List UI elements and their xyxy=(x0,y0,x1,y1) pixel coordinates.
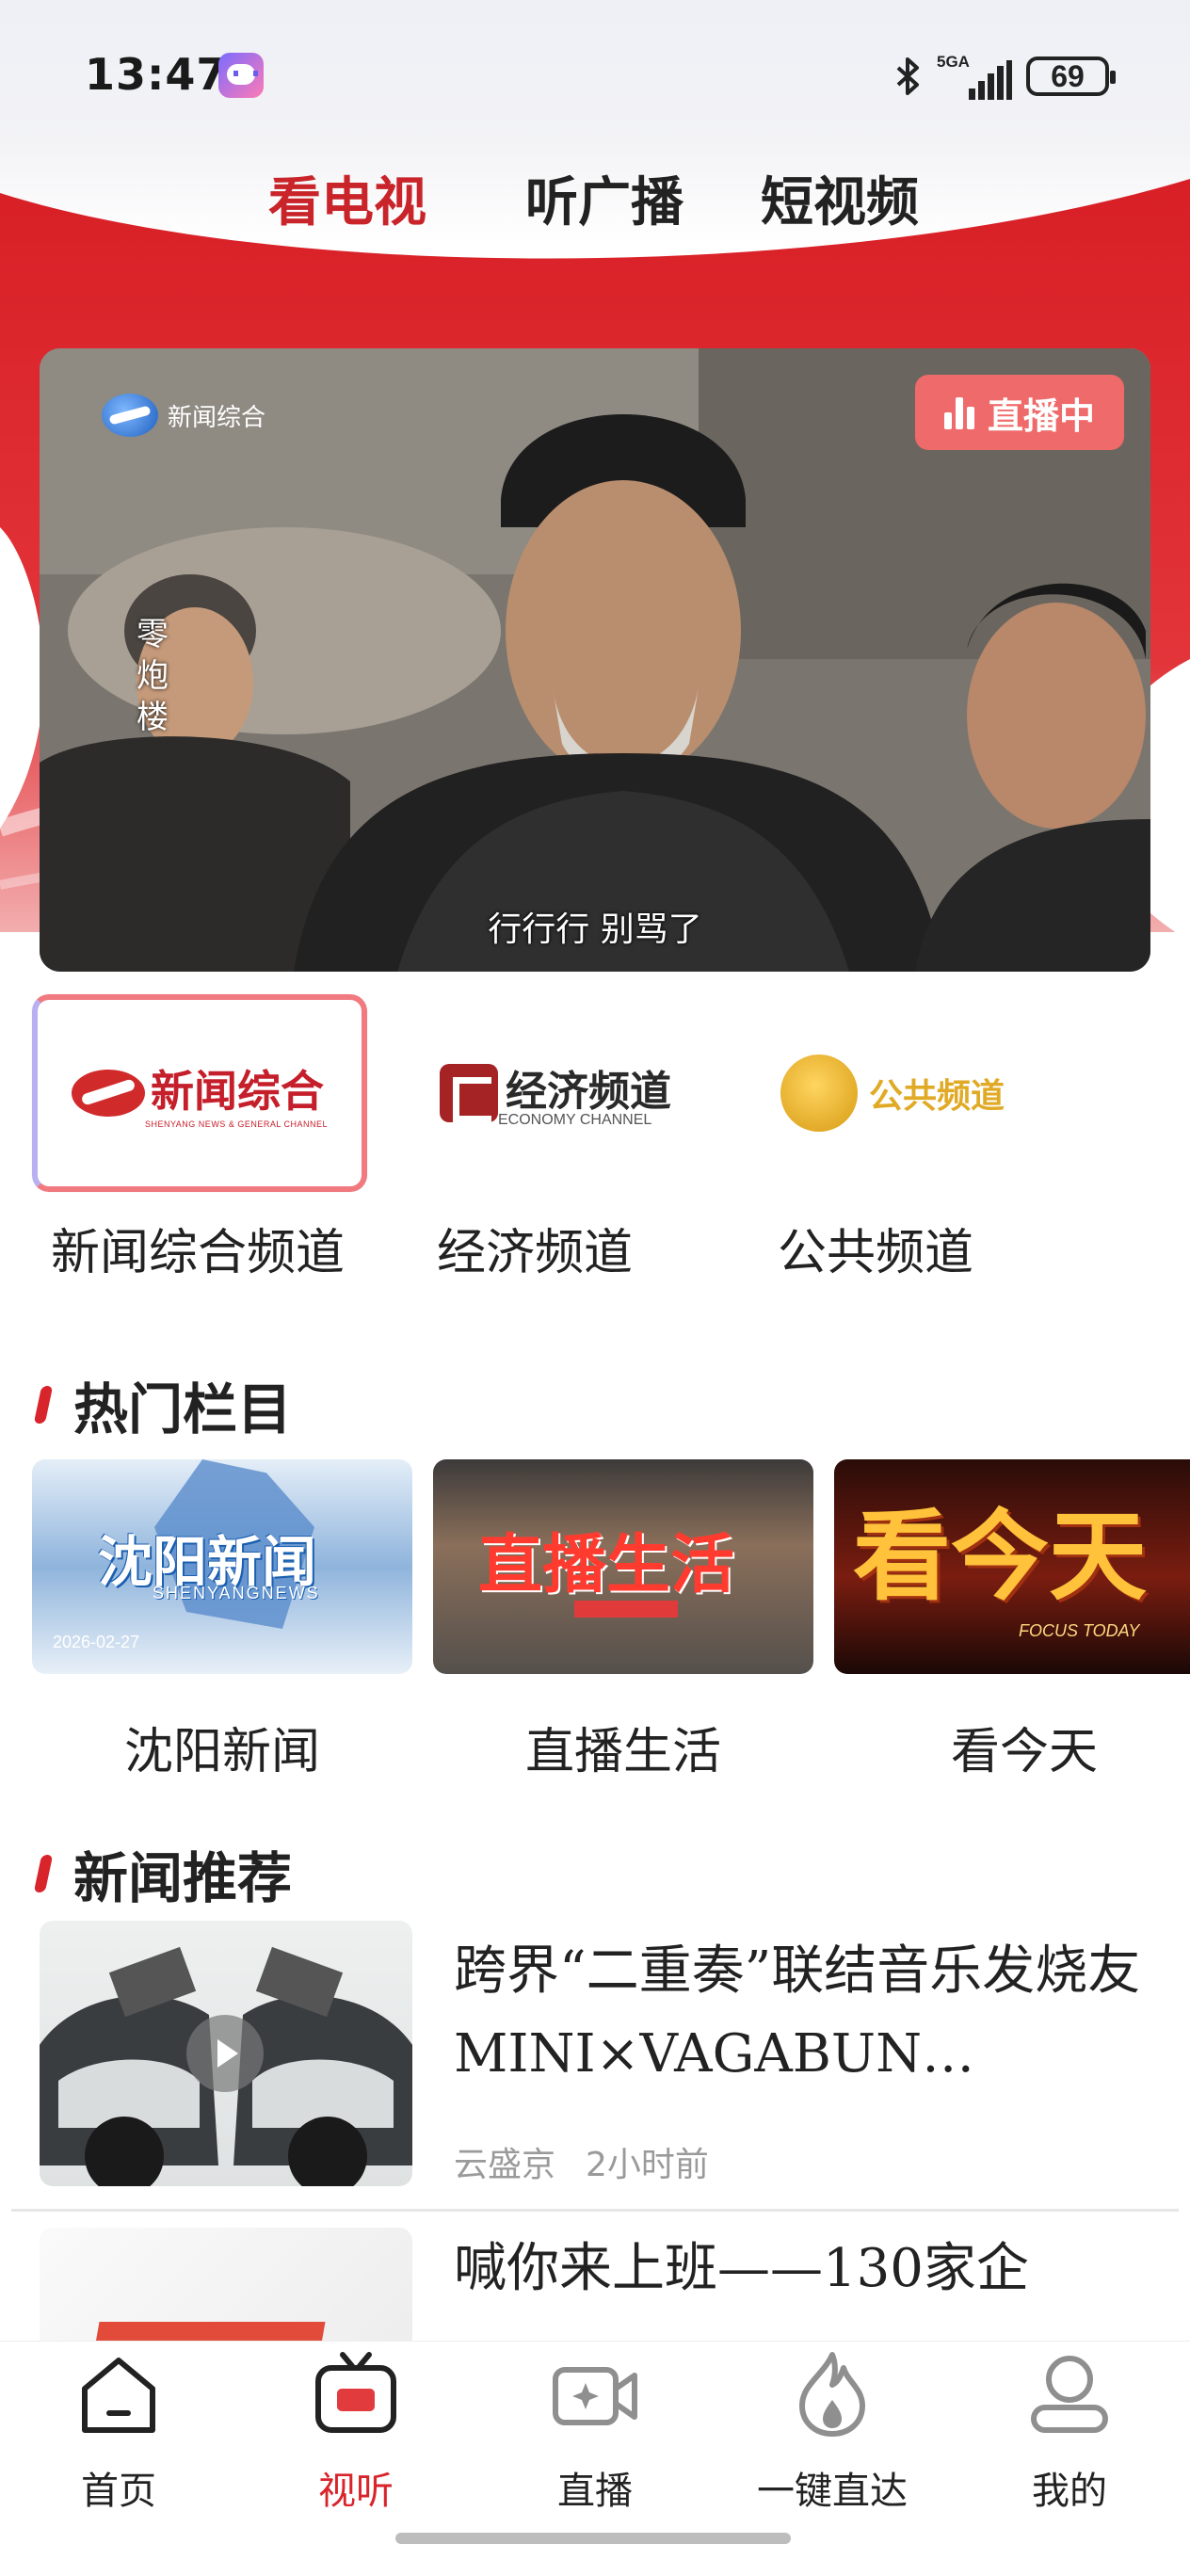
public-logo-text: 公共频道 xyxy=(868,1077,1005,1116)
tab-watch-tv[interactable]: 看电视 xyxy=(268,160,426,236)
channel-watermark-text: 新闻综合 xyxy=(168,403,266,432)
home-icon xyxy=(82,2358,155,2433)
battery-level: 69 xyxy=(1051,59,1085,93)
news-time: 2小时前 xyxy=(586,2146,709,2184)
thumbnail-date: 2026-02-27 xyxy=(53,1633,140,1651)
section-title: 热门栏目 xyxy=(73,1377,293,1441)
section-accent-bar xyxy=(33,1855,54,1892)
nav-home[interactable]: 首页 xyxy=(24,2347,213,2515)
channel-news-general[interactable]: 新闻综合 SHENYANG NEWS & GENERAL CHANNEL 新闻综… xyxy=(32,994,367,1283)
news-list-item[interactable]: 喊你来上班——130家企 xyxy=(0,2228,1190,2493)
news-general-logo: 新闻综合 SHENYANG NEWS & GENERAL CHANNEL xyxy=(71,1057,329,1129)
channel-watermark: 新闻综合 xyxy=(102,394,265,437)
channel-name: 经济频道 xyxy=(437,1225,634,1281)
nav-audio-video[interactable]: 视听 xyxy=(262,2347,450,2515)
program-title: 零炮楼 xyxy=(137,616,169,736)
section-header-hot: 热门栏目 xyxy=(33,1365,293,1444)
nav-profile[interactable]: 我的 xyxy=(975,2347,1164,2515)
tab-listen-radio[interactable]: 听广播 xyxy=(525,160,683,236)
nav-label: 一键直达 xyxy=(757,2470,908,2513)
channel-card[interactable]: 公共频道 xyxy=(725,994,1060,1192)
play-icon[interactable] xyxy=(186,2015,264,2092)
live-video-player[interactable]: 新闻综合 直播中 零炮楼 行行行 别骂了 xyxy=(40,348,1150,972)
channel-list: 新闻综合 SHENYANG NEWS & GENERAL CHANNEL 新闻综… xyxy=(0,994,1190,1286)
home-indicator[interactable] xyxy=(395,2533,791,2544)
live-camera-icon xyxy=(553,2367,637,2425)
news-source: 云盛京 xyxy=(454,2146,556,2184)
channel-card[interactable]: 经济频道 ECONOMY CHANNEL xyxy=(388,994,723,1192)
program-thumbnail[interactable]: 沈阳新闻 SHENYANGNEWS 2026-02-27 xyxy=(32,1459,412,1674)
live-bars-icon xyxy=(943,395,978,429)
news-meta: 云盛京 2小时前 xyxy=(454,2137,709,2186)
live-badge-label: 直播中 xyxy=(987,394,1095,437)
nav-label: 我的 xyxy=(1032,2470,1107,2513)
program-card[interactable]: 看今天 FOCUS TODAY 看今天 xyxy=(834,1459,1190,1782)
news-general-logo-icon xyxy=(71,1070,145,1117)
nav-label: 视听 xyxy=(318,2470,394,2513)
status-time: 13:47 xyxy=(85,49,228,100)
program-thumbnail[interactable]: 直播生活 xyxy=(433,1459,813,1674)
channel-logo-icon xyxy=(102,394,158,437)
thumbnail-subtitle: SHENYANGNEWS xyxy=(153,1584,320,1602)
hot-program-list: 沈阳新闻 SHENYANGNEWS 2026-02-27 沈阳新闻 直播生活 直… xyxy=(0,1459,1190,1782)
section-accent-bar xyxy=(33,1386,54,1424)
nav-live[interactable]: 直播 xyxy=(501,2347,689,2515)
program-name: 看今天 xyxy=(950,1724,1098,1780)
channel-public[interactable]: 公共频道 公共频道 xyxy=(725,994,1060,1283)
program-card[interactable]: 直播生活 直播生活 xyxy=(433,1459,813,1782)
economy-logo-sub: ECONOMY CHANNEL xyxy=(498,1112,652,1128)
status-bar: 13:47 5GA 69 xyxy=(0,0,1190,151)
economy-logo: 经济频道 ECONOMY CHANNEL xyxy=(440,1057,671,1129)
thumbnail-title: 看今天 xyxy=(853,1498,1148,1614)
nav-quick-access[interactable]: 一键直达 xyxy=(738,2347,926,2515)
signal-icon: 5GA xyxy=(937,53,1012,100)
profile-icon xyxy=(1031,2356,1108,2433)
channel-economy[interactable]: 经济频道 ECONOMY CHANNEL 经济频道 xyxy=(388,994,723,1283)
news-list-item[interactable]: 跨界“二重奏”联结音乐发烧友 MINI×VAGABUN… 云盛京 2小时前 xyxy=(0,1921,1190,2209)
economy-logo-text: 经济频道 xyxy=(506,1068,671,1116)
bluetooth-icon xyxy=(896,57,919,95)
channel-name: 公共频道 xyxy=(778,1225,974,1281)
divider xyxy=(11,2209,1179,2212)
public-logo-icon xyxy=(780,1055,858,1132)
section-header-news: 新闻推荐 xyxy=(33,1834,293,1913)
program-card[interactable]: 沈阳新闻 SHENYANGNEWS 2026-02-27 沈阳新闻 xyxy=(32,1459,412,1782)
section-title: 新闻推荐 xyxy=(73,1846,293,1910)
news-thumbnail[interactable] xyxy=(40,1921,412,2186)
program-name: 直播生活 xyxy=(524,1724,721,1780)
live-badge: 直播中 xyxy=(915,375,1124,450)
nav-label: 直播 xyxy=(557,2470,633,2513)
thumbnail-title: 直播生活 xyxy=(478,1528,735,1602)
top-tabs: 看电视 听广播 短视频 xyxy=(0,160,1190,235)
program-thumbnail[interactable]: 看今天 FOCUS TODAY xyxy=(834,1459,1190,1674)
channel-card[interactable]: 新闻综合 SHENYANG NEWS & GENERAL CHANNEL xyxy=(32,994,367,1192)
program-name: 沈阳新闻 xyxy=(123,1724,320,1780)
tv-icon xyxy=(315,2352,396,2433)
app-icon xyxy=(218,53,264,98)
channel-name: 新闻综合频道 xyxy=(51,1225,346,1281)
tab-short-video[interactable]: 短视频 xyxy=(761,160,919,236)
battery-icon: 69 xyxy=(1026,56,1116,96)
thumbnail-decoration xyxy=(574,1601,678,1618)
public-logo: 公共频道 xyxy=(780,1055,1005,1132)
network-type: 5GA xyxy=(937,53,970,71)
video-subtitle: 行行行 别骂了 xyxy=(488,910,702,949)
nav-label: 首页 xyxy=(81,2470,156,2513)
news-general-logo-sub: SHENYANG NEWS & GENERAL CHANNEL xyxy=(144,1119,329,1129)
news-title: 喊你来上班——130家企 xyxy=(454,2238,1029,2299)
news-general-logo-text: 新闻综合 xyxy=(150,1066,324,1117)
thumbnail-subtitle: FOCUS TODAY xyxy=(1019,1621,1140,1640)
flame-icon xyxy=(799,2352,865,2437)
news-title: 跨界“二重奏”联结音乐发烧友 MINI×VAGABUN… xyxy=(454,1940,1141,2085)
economy-logo-icon xyxy=(440,1064,498,1122)
